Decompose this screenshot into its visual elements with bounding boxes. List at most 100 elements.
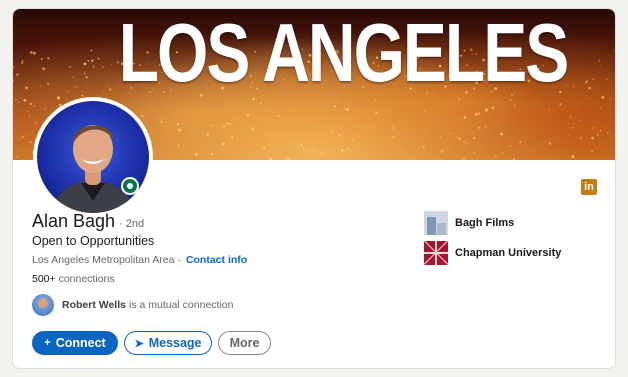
city-light xyxy=(411,113,414,116)
profile-photo[interactable] xyxy=(33,97,153,217)
city-light xyxy=(29,141,32,143)
city-light xyxy=(28,114,31,117)
city-light xyxy=(569,116,572,118)
mutual-connection[interactable]: Robert Wells is a mutual connection xyxy=(32,294,233,316)
city-light xyxy=(394,104,396,106)
city-light xyxy=(206,133,210,136)
city-light xyxy=(449,132,452,134)
city-light xyxy=(425,130,428,133)
city-light xyxy=(264,157,268,160)
profile-location: Los Angeles Metropolitan Area xyxy=(32,254,175,266)
connect-button[interactable]: + Connect xyxy=(32,331,118,355)
city-light xyxy=(314,140,316,142)
city-light xyxy=(312,146,314,148)
city-light xyxy=(473,151,475,154)
org-education[interactable]: Chapman University xyxy=(424,241,561,265)
city-light xyxy=(406,132,408,134)
connections-count[interactable]: 500+ connections xyxy=(32,273,115,285)
more-button[interactable]: More xyxy=(218,331,271,355)
city-light xyxy=(311,114,313,116)
contact-info-link[interactable]: Contact info xyxy=(186,254,247,266)
city-light xyxy=(496,153,499,155)
city-light xyxy=(141,114,144,117)
city-light xyxy=(392,153,394,155)
city-light xyxy=(463,116,467,119)
connect-label: Connect xyxy=(55,336,106,350)
city-light xyxy=(57,96,61,100)
city-light xyxy=(440,149,444,153)
city-light xyxy=(152,152,156,156)
city-light xyxy=(289,102,291,104)
city-light xyxy=(485,108,488,112)
city-light xyxy=(267,107,269,109)
city-light xyxy=(187,143,189,145)
city-light xyxy=(509,144,512,147)
city-light xyxy=(210,153,214,156)
city-light xyxy=(367,102,369,104)
city-light xyxy=(271,104,275,108)
city-light xyxy=(313,137,316,140)
city-light xyxy=(277,114,280,117)
city-light xyxy=(300,143,303,147)
city-light xyxy=(335,100,338,103)
bagh-films-logo xyxy=(424,211,448,235)
city-light xyxy=(351,138,353,141)
city-light xyxy=(535,99,537,101)
message-button[interactable]: ➤ Message xyxy=(124,331,212,355)
mutual-connection-text: is a mutual connection xyxy=(128,299,234,311)
city-light xyxy=(519,141,522,144)
city-light xyxy=(176,128,180,131)
city-light xyxy=(208,154,211,156)
avatar xyxy=(37,101,149,213)
city-light xyxy=(463,140,466,143)
city-light xyxy=(444,129,447,132)
city-light xyxy=(370,133,372,135)
city-light xyxy=(26,109,29,112)
city-light xyxy=(321,151,324,154)
city-light xyxy=(500,132,503,136)
city-light xyxy=(240,143,244,146)
city-light xyxy=(501,151,504,155)
city-light xyxy=(43,103,46,105)
city-light xyxy=(340,149,344,152)
city-light xyxy=(599,106,602,108)
profile-headline: Open to Opportunities xyxy=(32,234,155,248)
city-light xyxy=(465,142,468,145)
city-light xyxy=(572,99,574,101)
city-light xyxy=(23,98,27,102)
city-light xyxy=(251,127,254,131)
city-light xyxy=(190,130,193,133)
city-light xyxy=(269,157,273,160)
city-light xyxy=(325,150,327,152)
city-light xyxy=(567,134,569,136)
city-light xyxy=(456,136,458,138)
city-light xyxy=(391,124,394,127)
city-light xyxy=(357,144,360,148)
city-light xyxy=(461,130,463,133)
city-light xyxy=(20,126,22,129)
city-light xyxy=(472,136,476,140)
city-light xyxy=(492,102,495,105)
city-light xyxy=(284,141,287,143)
city-light xyxy=(411,115,413,117)
city-light xyxy=(392,127,394,129)
city-light xyxy=(505,101,507,104)
connections-number: 500+ xyxy=(32,273,56,285)
city-light xyxy=(590,104,592,106)
city-light xyxy=(496,149,498,151)
city-light xyxy=(334,134,336,136)
city-light xyxy=(340,123,342,125)
city-light xyxy=(400,149,404,153)
city-light xyxy=(330,130,333,133)
profile-card: LOS ANGELES in Alan Bagh · 2nd Open to O… xyxy=(12,8,616,369)
city-light xyxy=(223,124,226,128)
city-light xyxy=(210,124,213,127)
org-current-company[interactable]: Bagh Films xyxy=(424,211,514,235)
city-light xyxy=(259,102,262,105)
city-light xyxy=(591,136,594,140)
mutual-connection-avatar xyxy=(32,294,54,316)
city-light xyxy=(451,133,454,136)
chapman-university-logo xyxy=(424,241,448,265)
city-light xyxy=(263,146,266,149)
city-light xyxy=(368,127,370,129)
